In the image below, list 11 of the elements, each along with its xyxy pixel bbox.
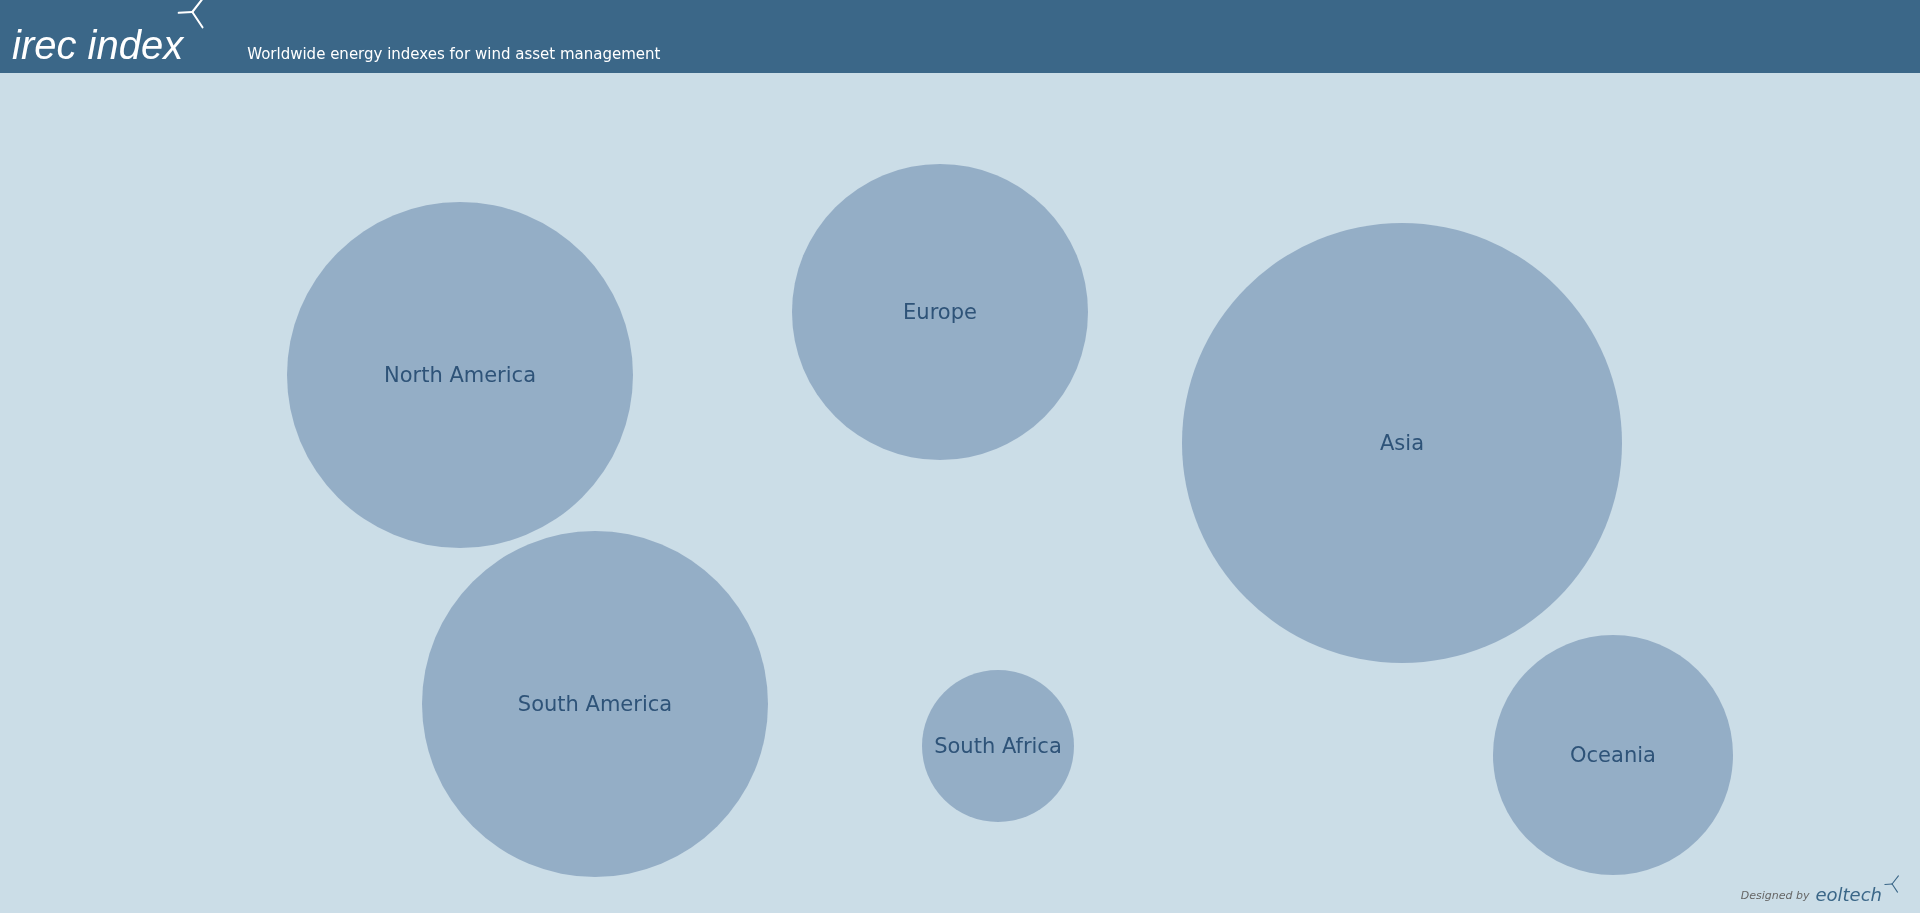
region-circle[interactable]: Europe xyxy=(792,164,1088,460)
region-circle[interactable]: North America xyxy=(287,202,633,548)
region-circle[interactable]: South Africa xyxy=(922,670,1074,822)
region-circle[interactable]: Oceania xyxy=(1493,635,1733,875)
region-circle[interactable]: Asia xyxy=(1182,223,1622,663)
logo-text[interactable]: irec index xyxy=(12,25,184,65)
turbine-icon xyxy=(1884,875,1902,893)
tagline: Worldwide energy indexes for wind asset management xyxy=(247,45,661,63)
region-circle[interactable]: South America xyxy=(422,531,768,877)
credit-text: Designed by xyxy=(1740,889,1810,902)
brand-name[interactable]: eoltech xyxy=(1815,884,1882,905)
